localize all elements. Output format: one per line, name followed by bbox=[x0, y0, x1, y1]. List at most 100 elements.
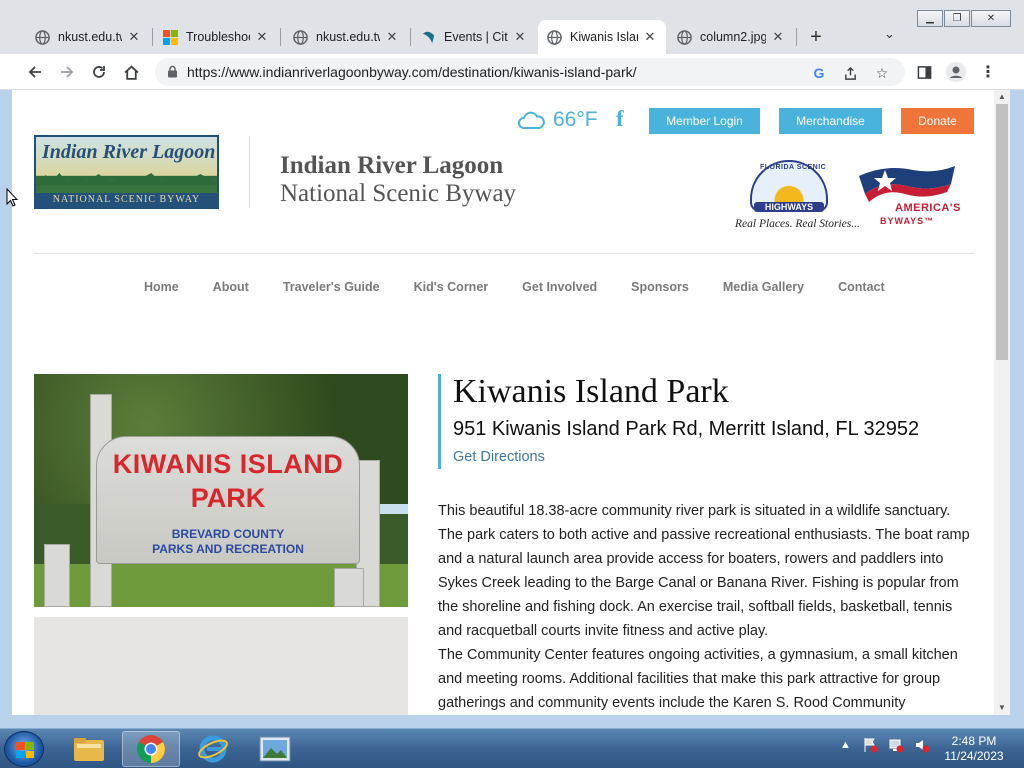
citi-icon bbox=[420, 29, 436, 45]
tab-close-icon[interactable]: ✕ bbox=[126, 29, 142, 45]
side-panel-icon[interactable] bbox=[912, 60, 936, 84]
nav-get-involved[interactable]: Get Involved bbox=[522, 280, 597, 294]
member-login-button[interactable]: Member Login bbox=[649, 108, 760, 134]
byways-text-line1: AMERICA'S bbox=[895, 202, 961, 214]
address-bar[interactable]: https://www.indianriverlagoonbyway.com/d… bbox=[155, 58, 905, 86]
start-button[interactable] bbox=[4, 731, 44, 767]
tab-close-icon[interactable]: ✕ bbox=[254, 29, 270, 45]
merchandise-button[interactable]: Merchandise bbox=[779, 108, 882, 134]
get-directions-link[interactable]: Get Directions bbox=[453, 449, 978, 465]
scroll-down-arrow-icon[interactable]: ▼ bbox=[994, 701, 1010, 715]
logo-band-text: NATIONAL SCENIC BYWAY bbox=[52, 194, 201, 205]
maximize-button[interactable]: ❐ bbox=[944, 10, 970, 27]
florida-scenic-highways-logo[interactable]: FLORIDA SCENIC HIGHWAYS Real Places. Rea… bbox=[730, 158, 860, 238]
tab-label: Events | Citi bbox=[444, 30, 508, 44]
palm-trees-graphic bbox=[36, 173, 217, 185]
nav-contact[interactable]: Contact bbox=[838, 280, 885, 294]
forward-arrow-icon[interactable] bbox=[55, 60, 79, 84]
scrollbar-thumb[interactable] bbox=[996, 104, 1008, 360]
donate-button[interactable]: Donate bbox=[901, 108, 974, 134]
file-explorer-taskbar-button[interactable] bbox=[60, 731, 118, 767]
chrome-icon bbox=[137, 735, 165, 763]
volume-muted-icon[interactable] bbox=[914, 737, 930, 753]
tab-column2[interactable]: column2.jpg ✕ bbox=[668, 20, 794, 54]
tab-search-chevron-icon[interactable]: ⌄ bbox=[884, 26, 895, 42]
park-address: 951 Kiwanis Island Park Rd, Merritt Isla… bbox=[453, 418, 920, 440]
page-scrollbar[interactable]: ▲ ▼ bbox=[994, 90, 1010, 715]
tab-separator bbox=[796, 28, 797, 46]
nav-media-gallery[interactable]: Media Gallery bbox=[723, 280, 804, 294]
tab-close-icon[interactable]: ✕ bbox=[642, 29, 658, 45]
fsh-highways-text: HIGHWAYS bbox=[754, 202, 824, 212]
system-tray: ▲ bbox=[840, 737, 930, 753]
site-title: Indian River Lagoon National Scenic Bywa… bbox=[280, 152, 516, 207]
park-title-block: Kiwanis Island Park 951 Kiwanis Island P… bbox=[438, 374, 978, 469]
image-viewer-taskbar-button[interactable] bbox=[246, 731, 304, 767]
tab-close-icon[interactable]: ✕ bbox=[770, 29, 786, 45]
globe-icon bbox=[546, 29, 562, 45]
network-icon[interactable] bbox=[888, 737, 904, 753]
nav-travelers-guide[interactable]: Traveler's Guide bbox=[283, 280, 380, 294]
home-icon[interactable] bbox=[119, 60, 143, 84]
temperature: 66°F bbox=[553, 108, 598, 131]
header-rule bbox=[34, 253, 974, 254]
tray-expand-arrow-icon[interactable]: ▲ bbox=[840, 739, 851, 751]
tab-nkust-1[interactable]: nkust.edu.tw ✕ bbox=[26, 20, 150, 54]
globe-icon bbox=[676, 29, 692, 45]
tab-troubleshoot[interactable]: Troubleshoot ✕ bbox=[154, 20, 278, 54]
window-frame-left bbox=[0, 90, 12, 715]
tab-nkust-2[interactable]: nkust.edu.tw ✕ bbox=[284, 20, 408, 54]
tab-label: column2.jpg bbox=[700, 30, 766, 44]
site-logo[interactable]: Indian River Lagoon NATIONAL SCENIC BYWA… bbox=[34, 135, 219, 209]
url-text[interactable]: https://www.indianriverlagoonbyway.com/d… bbox=[187, 64, 637, 80]
chrome-taskbar-button[interactable] bbox=[122, 731, 180, 767]
fsh-arc-text: FLORIDA SCENIC bbox=[760, 164, 827, 171]
sign-text-line2: PARK bbox=[190, 483, 266, 513]
americas-byways-logo[interactable]: AMERICA'S BYWAYS™ bbox=[855, 162, 977, 232]
browser-tab-strip: nkust.edu.tw ✕ Troubleshoot ✕ nkust.edu.… bbox=[0, 0, 1024, 54]
park-sign-photo: KIWANIS ISLAND PARK BREVARD COUNTY PARKS… bbox=[34, 374, 408, 607]
window-close-button[interactable]: ✕ bbox=[971, 10, 1011, 27]
tab-events-citi[interactable]: Events | Citi ✕ bbox=[412, 20, 536, 54]
nav-about[interactable]: About bbox=[213, 280, 249, 294]
facebook-icon[interactable]: f bbox=[616, 106, 624, 132]
window-frame-right bbox=[1010, 90, 1024, 715]
share-icon[interactable] bbox=[841, 64, 859, 82]
sign-text-line1: KIWANIS ISLAND bbox=[112, 449, 344, 479]
main-navigation: Home About Traveler's Guide Kid's Corner… bbox=[144, 280, 919, 294]
park-description: This beautiful 18.38-acre community rive… bbox=[438, 499, 978, 715]
scroll-up-arrow-icon[interactable]: ▲ bbox=[994, 90, 1010, 104]
tab-close-icon[interactable]: ✕ bbox=[384, 29, 400, 45]
clock-date: 11/24/2023 bbox=[944, 749, 1004, 763]
tab-separator bbox=[280, 28, 281, 46]
tab-close-icon[interactable]: ✕ bbox=[512, 29, 528, 45]
window-controls: ▁ ❐ ✕ bbox=[916, 10, 1011, 27]
lock-icon[interactable] bbox=[167, 65, 178, 83]
menu-kebab-icon[interactable]: ⋮ bbox=[976, 60, 1000, 84]
sign-post-far-left bbox=[44, 544, 70, 607]
profile-avatar-icon[interactable] bbox=[944, 60, 968, 84]
map-placeholder[interactable] bbox=[34, 617, 408, 715]
taskbar-clock[interactable]: 2:48 PM 11/24/2023 bbox=[930, 734, 1018, 764]
tab-label: nkust.edu.tw bbox=[58, 30, 122, 44]
nav-sponsors[interactable]: Sponsors bbox=[631, 280, 689, 294]
tab-kiwanis-active[interactable]: Kiwanis Islan ✕ bbox=[538, 20, 666, 54]
action-center-flag-icon[interactable] bbox=[862, 737, 878, 753]
description-paragraph-2: The Community Center features ongoing ac… bbox=[438, 647, 958, 711]
nav-home[interactable]: Home bbox=[144, 280, 179, 294]
sign-post-base bbox=[334, 568, 364, 607]
tab-label: nkust.edu.tw bbox=[316, 30, 380, 44]
browser-toolbar: https://www.indianriverlagoonbyway.com/d… bbox=[0, 54, 1024, 90]
new-tab-button[interactable]: + bbox=[806, 26, 826, 49]
tab-label: Kiwanis Islan bbox=[570, 30, 638, 44]
internet-explorer-taskbar-button[interactable] bbox=[184, 731, 242, 767]
byways-flag-graphic bbox=[859, 166, 955, 202]
minimize-button[interactable]: ▁ bbox=[917, 10, 943, 27]
bookmark-star-icon[interactable]: ☆ bbox=[873, 64, 891, 82]
nav-kids-corner[interactable]: Kid's Corner bbox=[414, 280, 489, 294]
back-arrow-icon[interactable] bbox=[23, 60, 47, 84]
google-translate-icon[interactable]: G bbox=[810, 64, 828, 82]
cloud-icon bbox=[518, 111, 545, 129]
reload-icon[interactable] bbox=[87, 60, 111, 84]
site-title-line2: National Scenic Byway bbox=[280, 180, 517, 207]
